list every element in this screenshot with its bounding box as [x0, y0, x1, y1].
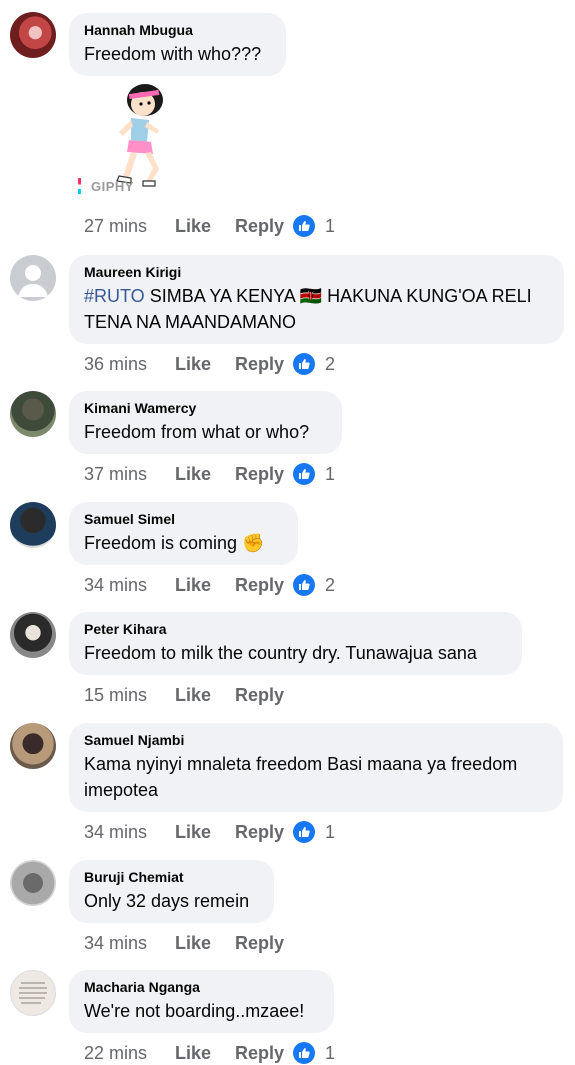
- reply-button[interactable]: Reply: [235, 575, 284, 596]
- comment-text: Kama nyinyi mnaleta freedom Basi maana y…: [84, 754, 518, 800]
- thumbs-up-icon: [293, 821, 316, 843]
- avatar[interactable]: [10, 12, 56, 58]
- comment-time[interactable]: 34 mins: [84, 575, 175, 596]
- comment-author[interactable]: Kimani Wamercy: [84, 400, 327, 417]
- comment-actions: 22 mins Like Reply 1: [84, 1041, 335, 1065]
- comment-text: Freedom to milk the country dry. Tunawaj…: [84, 643, 477, 663]
- default-avatar-icon: [18, 265, 48, 297]
- comment-actions: 34 mins Like Reply 1: [84, 820, 335, 844]
- comment-text: Only 32 days remein: [84, 891, 250, 911]
- comment-bubble: Samuel Njambi Kama nyinyi mnaleta freedo…: [69, 723, 563, 812]
- thumbs-up-icon: [293, 1042, 316, 1064]
- comment-bubble: Hannah Mbugua Freedom with who???: [69, 13, 286, 76]
- comment-text: #RUTO SIMBA YA KENYA 🇰🇪 HAKUNA KUNG'OA R…: [84, 283, 549, 335]
- comment-text: Freedom from what or who?: [84, 422, 310, 442]
- comment: Peter Kihara Freedom to milk the country…: [0, 600, 575, 710]
- comment-actions: 34 mins Like Reply 2: [84, 573, 335, 597]
- comment-actions: 36 mins Like Reply 2: [84, 352, 335, 376]
- hashtag-link[interactable]: #RUTO: [84, 286, 145, 306]
- comment-author[interactable]: Samuel Njambi: [84, 732, 548, 749]
- reply-button[interactable]: Reply: [235, 464, 284, 485]
- thumbs-up-icon: [293, 353, 316, 375]
- comment-author[interactable]: Peter Kihara: [84, 621, 507, 638]
- reaction-count: 2: [325, 353, 336, 374]
- comment-time[interactable]: 22 mins: [84, 1043, 175, 1064]
- comment-author[interactable]: Hannah Mbugua: [84, 22, 271, 39]
- avatar[interactable]: [10, 391, 56, 437]
- text-image-avatar-icon: [19, 982, 47, 1004]
- reply-button[interactable]: Reply: [235, 1043, 284, 1064]
- reaction-summary[interactable]: 1: [293, 463, 335, 485]
- comment-time[interactable]: 15 mins: [84, 685, 175, 706]
- comment-time[interactable]: 36 mins: [84, 354, 175, 375]
- giphy-label: GIPHY: [91, 178, 134, 194]
- comment: Kimani Wamercy Freedom from what or who?…: [0, 380, 575, 490]
- like-button[interactable]: Like: [175, 1043, 235, 1064]
- comment-author[interactable]: Macharia Nganga: [84, 979, 319, 996]
- reaction-count: 1: [325, 215, 336, 236]
- reaction-count: 2: [325, 574, 336, 595]
- reaction-summary[interactable]: 1: [293, 1042, 335, 1064]
- reply-button[interactable]: Reply: [235, 822, 284, 843]
- reply-button[interactable]: Reply: [235, 933, 284, 954]
- reply-button[interactable]: Reply: [235, 216, 284, 237]
- comment-actions: 15 mins Like Reply: [84, 683, 293, 707]
- avatar[interactable]: [10, 723, 56, 769]
- giphy-attribution: GIPHY: [78, 178, 134, 194]
- reaction-summary[interactable]: 1: [293, 215, 335, 237]
- comment-author[interactable]: Samuel Simel: [84, 511, 283, 528]
- comment-time[interactable]: 27 mins: [84, 216, 175, 237]
- like-button[interactable]: Like: [175, 354, 235, 375]
- avatar[interactable]: [10, 255, 56, 301]
- reaction-summary[interactable]: 2: [293, 353, 335, 375]
- like-button[interactable]: Like: [175, 575, 235, 596]
- comment-time[interactable]: 34 mins: [84, 822, 175, 843]
- reaction-summary[interactable]: 2: [293, 574, 335, 596]
- thumbs-up-icon: [293, 574, 316, 596]
- comment-bubble: Maureen Kirigi #RUTO SIMBA YA KENYA 🇰🇪 H…: [69, 255, 564, 344]
- reaction-count: 1: [325, 463, 336, 484]
- thumbs-up-icon: [293, 463, 316, 485]
- reply-button[interactable]: Reply: [235, 685, 284, 706]
- comment: Maureen Kirigi #RUTO SIMBA YA KENYA 🇰🇪 H…: [0, 245, 575, 380]
- comment-text: We're not boarding..mzaee!: [84, 1001, 305, 1021]
- comment-bubble: Kimani Wamercy Freedom from what or who?: [69, 391, 342, 454]
- reaction-count: 1: [325, 821, 336, 842]
- like-button[interactable]: Like: [175, 685, 235, 706]
- comment-author[interactable]: Maureen Kirigi: [84, 264, 549, 281]
- thumbs-up-icon: [293, 215, 316, 237]
- comment: Samuel Njambi Kama nyinyi mnaleta freedo…: [0, 710, 575, 848]
- comment-bubble: Buruji Chemiat Only 32 days remein: [69, 860, 274, 923]
- avatar[interactable]: [10, 612, 56, 658]
- like-button[interactable]: Like: [175, 933, 235, 954]
- comment-author[interactable]: Buruji Chemiat: [84, 869, 259, 886]
- comment-text: Freedom with who???: [84, 44, 262, 64]
- avatar[interactable]: [10, 860, 56, 906]
- comment: Macharia Nganga We're not boarding..mzae…: [0, 958, 575, 1064]
- like-button[interactable]: Like: [175, 216, 235, 237]
- giphy-logo-icon: [78, 178, 81, 194]
- comment-actions: 27 mins Like Reply 1: [84, 214, 335, 238]
- reaction-summary[interactable]: 1: [293, 821, 335, 843]
- comment-bubble: Samuel Simel Freedom is coming ✊: [69, 502, 298, 565]
- avatar[interactable]: [10, 502, 56, 548]
- comment: Buruji Chemiat Only 32 days remein 34 mi…: [0, 848, 575, 958]
- running-girl-sticker[interactable]: [105, 80, 173, 190]
- comment: Hannah Mbugua Freedom with who??? GIPHY …: [0, 0, 575, 245]
- comment-text: Freedom is coming ✊: [84, 533, 265, 553]
- comment-bubble: Peter Kihara Freedom to milk the country…: [69, 612, 522, 675]
- like-button[interactable]: Like: [175, 822, 235, 843]
- comment-bubble: Macharia Nganga We're not boarding..mzae…: [69, 970, 334, 1033]
- comment-actions: 34 mins Like Reply: [84, 931, 293, 955]
- reply-button[interactable]: Reply: [235, 354, 284, 375]
- comment: Samuel Simel Freedom is coming ✊ 34 mins…: [0, 490, 575, 600]
- like-button[interactable]: Like: [175, 464, 235, 485]
- avatar[interactable]: [10, 970, 56, 1016]
- comment-time[interactable]: 37 mins: [84, 464, 175, 485]
- comment-time[interactable]: 34 mins: [84, 933, 175, 954]
- comment-body: SIMBA YA KENYA 🇰🇪 HAKUNA KUNG'OA RELI TE…: [84, 286, 532, 332]
- comment-actions: 37 mins Like Reply 1: [84, 462, 335, 486]
- reaction-count: 1: [325, 1042, 336, 1063]
